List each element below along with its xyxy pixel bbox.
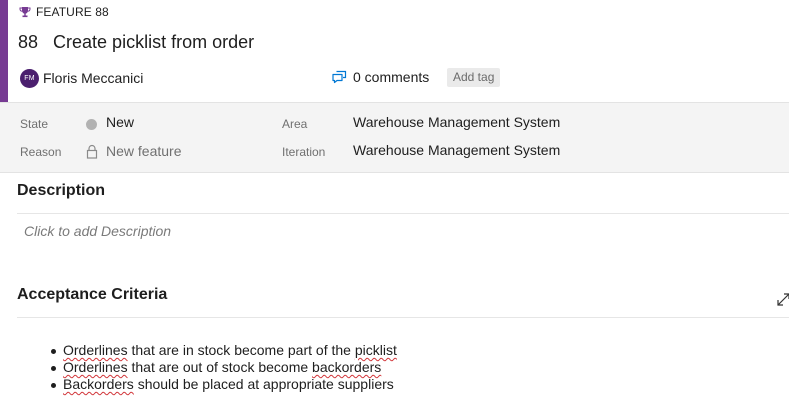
description-heading: Description	[17, 182, 106, 199]
reason-label: Reason	[20, 145, 62, 159]
work-item-id: 88	[18, 31, 39, 52]
work-item-title-row: 88 Create picklist from order	[18, 30, 254, 54]
misspelled-word: Orderlines	[63, 342, 128, 358]
acceptance-criteria-heading: Acceptance Criteria	[17, 286, 168, 303]
work-item-type: FEATURE 88	[19, 4, 109, 20]
area-label: Area	[282, 117, 308, 131]
area-field[interactable]: Warehouse Management System	[353, 114, 560, 130]
misspelled-word: Backorders	[63, 376, 134, 392]
trophy-icon	[19, 7, 31, 18]
description-editor[interactable]: Click to add Description	[24, 223, 171, 239]
description-divider	[17, 213, 789, 214]
comments-count: 0 comments	[353, 69, 430, 85]
avatar[interactable]: FM	[20, 69, 39, 88]
list-item: Orderlines that are out of stock become …	[51, 359, 397, 376]
misspelled-word: Orderlines	[63, 359, 128, 375]
list-item: Orderlines that are in stock become part…	[51, 342, 397, 359]
expand-icon[interactable]	[777, 293, 789, 306]
list-item-text: that are in stock become part of the	[127, 342, 355, 358]
reason-value: New feature	[106, 143, 182, 159]
list-item-text: that are out of stock become	[127, 359, 313, 375]
work-item-meta: FM Floris Meccanici 0 comments Add tag	[20, 67, 780, 89]
work-item-title[interactable]: Create picklist from order	[53, 32, 254, 53]
acceptance-criteria-divider	[17, 317, 789, 318]
misspelled-word: picklist	[354, 342, 397, 358]
work-item-fields: State New Reason New feature Area Wareho…	[0, 102, 789, 173]
work-item-header: FEATURE 88 88 Create picklist from order…	[0, 0, 789, 102]
iteration-label: Iteration	[282, 145, 326, 159]
iteration-field[interactable]: Warehouse Management System	[353, 142, 560, 158]
state-label: State	[20, 117, 49, 131]
work-item-type-label: FEATURE 88	[36, 5, 109, 19]
comments-link[interactable]: 0 comments	[332, 68, 429, 86]
state-indicator	[86, 119, 97, 130]
list-item-text: should be placed at appropriate supplier…	[133, 376, 394, 392]
comments-icon	[332, 70, 347, 84]
assigned-to-name[interactable]: Floris Meccanici	[43, 69, 143, 87]
lock-icon	[86, 144, 98, 159]
work-item-type-color-bar	[0, 0, 8, 102]
state-dropdown[interactable]: New	[106, 114, 134, 130]
acceptance-criteria-editor[interactable]: Orderlines that are in stock become part…	[51, 342, 397, 393]
list-item: Backorders should be placed at appropria…	[51, 376, 397, 393]
misspelled-word: backorders	[312, 359, 382, 375]
add-tag-button[interactable]: Add tag	[447, 68, 501, 87]
